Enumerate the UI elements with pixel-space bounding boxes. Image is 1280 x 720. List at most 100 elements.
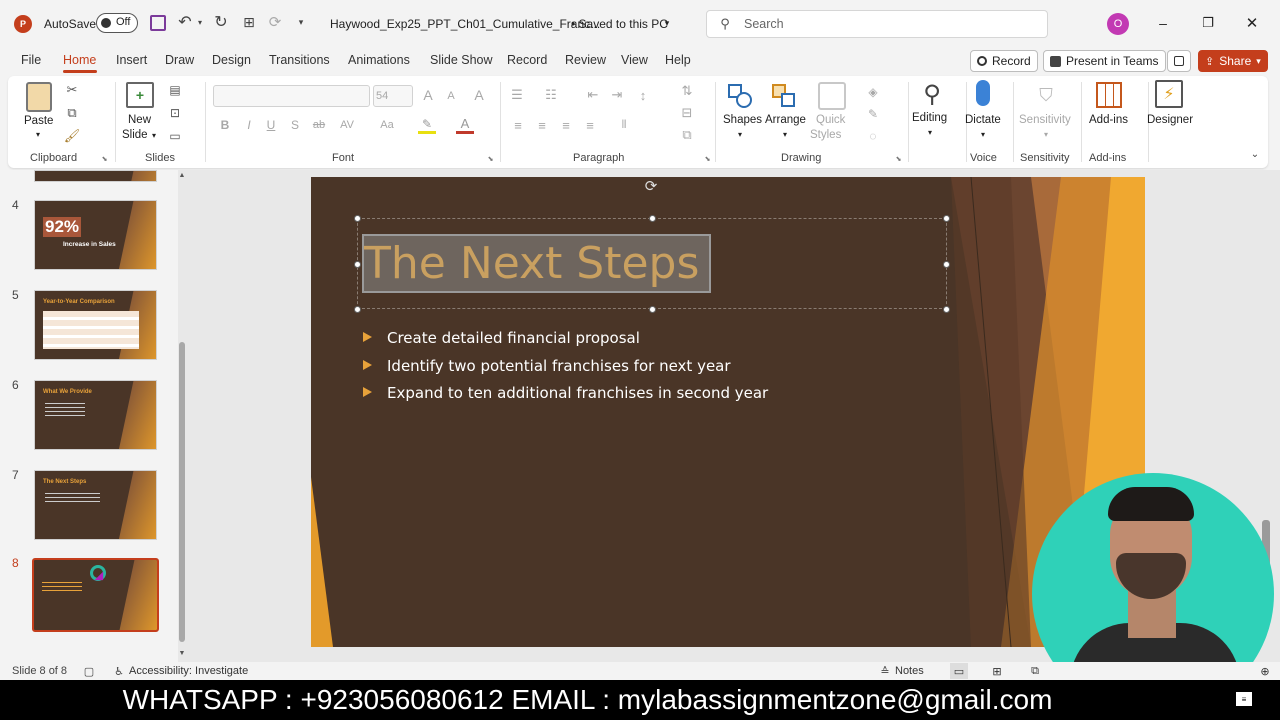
spelling-icon[interactable]: ▢ bbox=[82, 664, 96, 678]
resize-handle-n[interactable] bbox=[649, 215, 656, 222]
layout-icon[interactable]: ▤ bbox=[165, 82, 185, 98]
accessibility-icon[interactable]: ♿ bbox=[112, 664, 126, 678]
resize-handle-s[interactable] bbox=[649, 306, 656, 313]
tab-help[interactable]: Help bbox=[665, 53, 691, 67]
designer-icon[interactable]: ⚡ bbox=[1155, 80, 1183, 108]
microphone-icon[interactable] bbox=[976, 80, 990, 106]
align-text-icon[interactable]: ⊟ bbox=[678, 104, 696, 122]
change-case-icon[interactable]: Aa bbox=[376, 116, 398, 134]
shapes-dropdown-icon[interactable]: ▾ bbox=[735, 129, 745, 139]
shape-fill-icon[interactable]: ◈ bbox=[864, 84, 882, 100]
rotate-handle-icon[interactable]: ⟳ bbox=[642, 177, 660, 195]
resize-handle-e[interactable] bbox=[943, 261, 950, 268]
section-icon[interactable]: ▭ bbox=[165, 128, 185, 144]
share-button[interactable]: ⇪ Share ▾ bbox=[1198, 50, 1268, 72]
drawing-launcher-icon[interactable]: ⬊ bbox=[894, 154, 903, 163]
notification-icon[interactable]: ≡ bbox=[1236, 692, 1252, 706]
resize-handle-se[interactable] bbox=[943, 306, 950, 313]
quick-styles-label-2[interactable]: Styles bbox=[810, 129, 841, 141]
font-family-select[interactable] bbox=[213, 85, 370, 107]
tab-file[interactable]: File bbox=[21, 53, 41, 67]
shape-outline-icon[interactable]: ✎ bbox=[864, 106, 882, 122]
slide-thumbnail-6[interactable]: What We Provide bbox=[34, 380, 157, 450]
slide-sorter-icon[interactable]: ⊞ bbox=[988, 663, 1006, 679]
avatar[interactable]: O bbox=[1107, 13, 1129, 35]
presentation-icon[interactable]: ⊞ bbox=[240, 12, 258, 32]
decrease-indent-icon[interactable]: ⇤ bbox=[584, 86, 602, 104]
undo-dropdown-icon[interactable]: ▾ bbox=[196, 14, 204, 30]
slide-thumbnail-7[interactable]: The Next Steps bbox=[34, 470, 157, 540]
editing-search-icon[interactable]: ⚲ bbox=[918, 80, 946, 108]
font-size-select[interactable]: 54 bbox=[373, 85, 413, 107]
bullet-item[interactable]: Create detailed financial proposal bbox=[363, 329, 640, 347]
resize-handle-ne[interactable] bbox=[943, 215, 950, 222]
ribbon-collapse-chevron-icon[interactable]: ⌄ bbox=[1248, 148, 1262, 160]
redo-icon[interactable]: ↻ bbox=[212, 12, 230, 32]
minimize-icon[interactable]: – bbox=[1154, 14, 1172, 32]
reading-view-icon[interactable]: ⧉ bbox=[1026, 663, 1044, 679]
tab-draw[interactable]: Draw bbox=[165, 53, 194, 67]
resize-handle-nw[interactable] bbox=[354, 215, 361, 222]
tab-transitions[interactable]: Transitions bbox=[269, 53, 330, 67]
accessibility-status[interactable]: Accessibility: Investigate bbox=[129, 665, 248, 677]
autosave-toggle[interactable]: Off bbox=[96, 13, 138, 33]
increase-font-icon[interactable]: A bbox=[420, 86, 436, 104]
reset-icon[interactable]: ⊡ bbox=[165, 105, 185, 121]
tab-insert[interactable]: Insert bbox=[116, 53, 147, 67]
line-spacing-icon[interactable]: ↕ bbox=[634, 86, 652, 104]
smartart-icon[interactable]: ⧉ bbox=[678, 126, 696, 144]
restore-icon[interactable]: ❐ bbox=[1199, 14, 1217, 32]
save-icon[interactable] bbox=[150, 15, 166, 31]
format-painter-icon[interactable]: 🖌 bbox=[64, 128, 81, 144]
comments-button[interactable] bbox=[1167, 50, 1191, 72]
text-direction-icon[interactable]: ⇅ bbox=[678, 82, 696, 100]
slide-thumbnail-8-selected[interactable] bbox=[32, 558, 159, 632]
new-slide-icon[interactable]: + bbox=[126, 82, 154, 108]
tab-view[interactable]: View bbox=[621, 53, 648, 67]
scroll-down-icon[interactable]: ▼ bbox=[178, 648, 186, 658]
paragraph-launcher-icon[interactable]: ⬊ bbox=[703, 154, 712, 163]
tab-home[interactable]: Home bbox=[63, 53, 96, 67]
justify-icon[interactable]: ≡ bbox=[582, 116, 598, 134]
sensitivity-icon[interactable]: ⛉ bbox=[1034, 82, 1058, 108]
bold-icon[interactable]: B bbox=[218, 116, 232, 134]
quick-styles-icon[interactable] bbox=[818, 82, 846, 110]
fit-to-window-icon[interactable]: ⊕ bbox=[1256, 663, 1274, 679]
cut-icon[interactable]: ✂ bbox=[64, 82, 80, 98]
resize-handle-w[interactable] bbox=[354, 261, 361, 268]
shape-effects-icon[interactable]: ◌ bbox=[864, 128, 882, 144]
thumbnail-scrollbar[interactable]: ▲ ▼ bbox=[178, 170, 186, 662]
slide-thumbnail-3-partial[interactable] bbox=[34, 170, 157, 182]
bullet-item[interactable]: Expand to ten additional franchises in s… bbox=[363, 384, 768, 402]
tab-design[interactable]: Design bbox=[212, 53, 251, 67]
sensitivity-dropdown-icon[interactable]: ▾ bbox=[1041, 129, 1051, 139]
save-status-chevron-icon[interactable]: ▾ bbox=[662, 16, 672, 30]
slide-title[interactable]: The Next Steps bbox=[364, 238, 699, 289]
shapes-label[interactable]: Shapes bbox=[723, 114, 762, 126]
customize-qat-icon[interactable]: ▾ bbox=[296, 14, 306, 30]
tab-slide-show[interactable]: Slide Show bbox=[430, 53, 493, 67]
undo-icon[interactable]: ↶ bbox=[176, 12, 194, 32]
clear-formatting-icon[interactable]: A bbox=[470, 86, 488, 104]
new-slide-label[interactable]: New bbox=[128, 114, 151, 126]
decrease-font-icon[interactable]: A bbox=[444, 88, 458, 104]
arrange-dropdown-icon[interactable]: ▾ bbox=[780, 129, 790, 139]
slide-canvas[interactable]: ⟳ The Next Steps Create detailed financi… bbox=[311, 177, 1145, 647]
scrollbar-thumb[interactable] bbox=[179, 342, 185, 642]
resize-handle-sw[interactable] bbox=[354, 306, 361, 313]
arrange-icon[interactable] bbox=[770, 82, 798, 110]
dictate-label[interactable]: Dictate bbox=[965, 114, 1001, 126]
new-slide-label-2[interactable]: Slide bbox=[122, 129, 148, 141]
normal-view-icon[interactable]: ▭ bbox=[950, 663, 968, 679]
present-in-teams-button[interactable]: Present in Teams bbox=[1043, 50, 1166, 72]
search-box[interactable]: ⚲ Search bbox=[706, 10, 1048, 38]
paste-dropdown-icon[interactable]: ▾ bbox=[33, 129, 43, 139]
font-color-icon[interactable]: A bbox=[456, 116, 474, 134]
tab-review[interactable]: Review bbox=[565, 53, 606, 67]
highlight-icon[interactable]: ✎ bbox=[418, 116, 436, 134]
record-button[interactable]: Record bbox=[970, 50, 1038, 72]
numbering-icon[interactable]: ☷ bbox=[542, 86, 560, 104]
tab-record[interactable]: Record bbox=[507, 53, 547, 67]
underline-icon[interactable]: U bbox=[264, 116, 278, 134]
sensitivity-label[interactable]: Sensitivity bbox=[1019, 114, 1071, 126]
